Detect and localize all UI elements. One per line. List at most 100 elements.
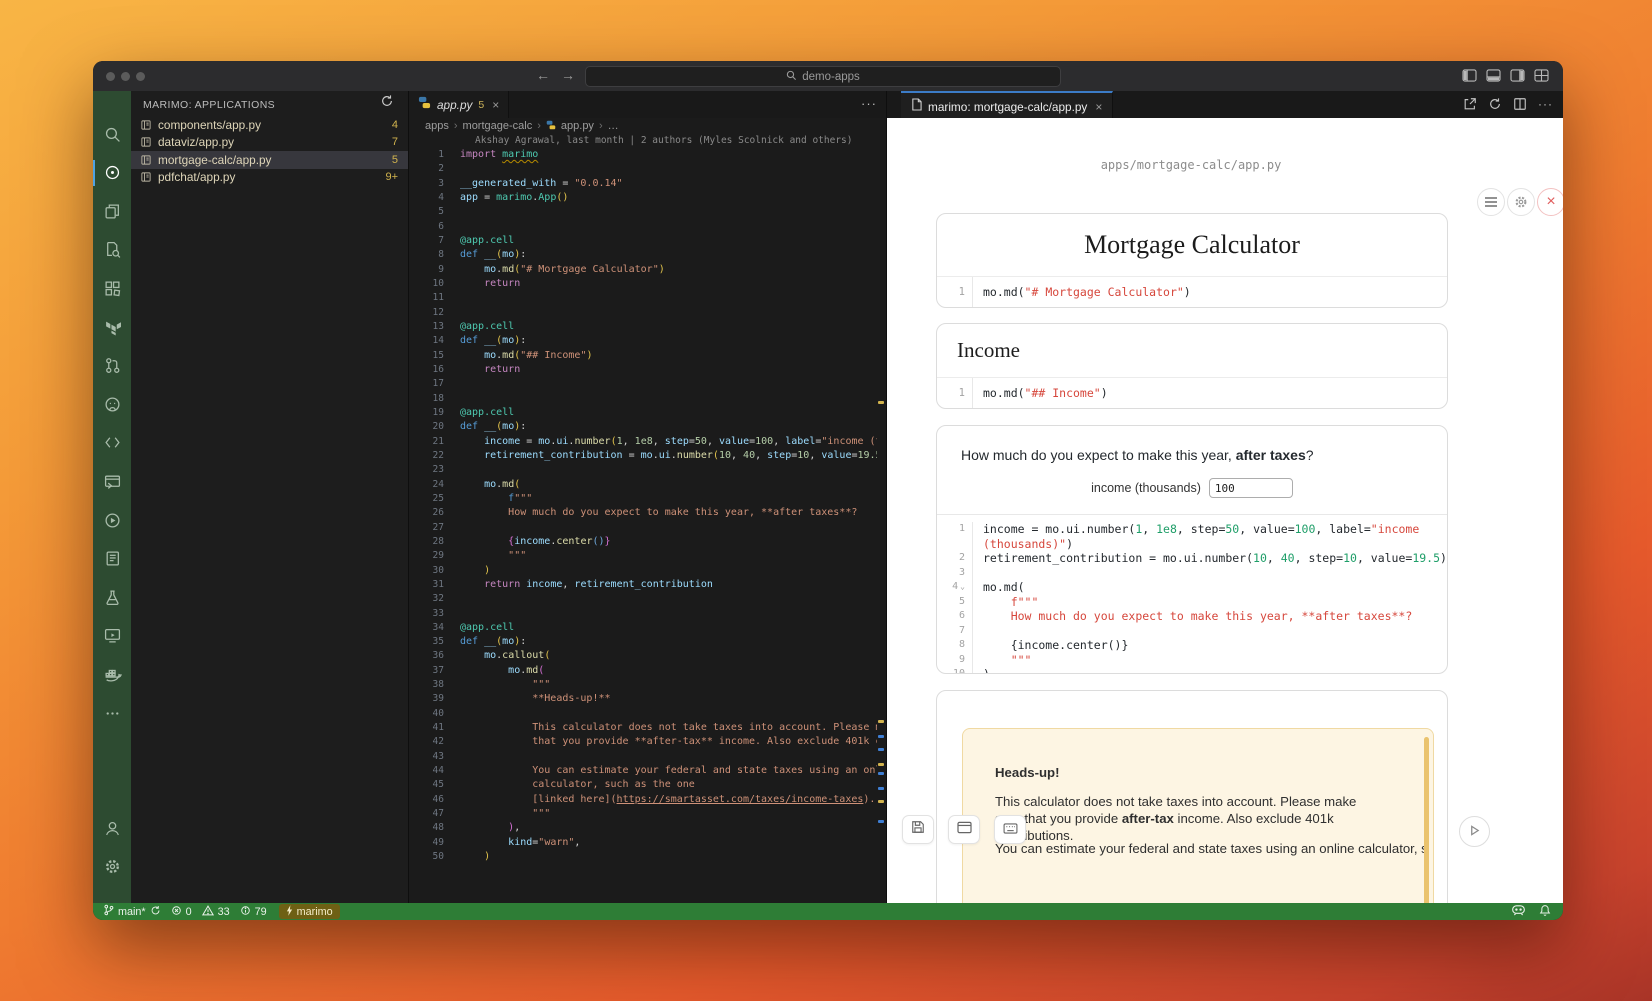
settings-gear-button[interactable] — [1507, 188, 1535, 216]
code-line[interactable]: 18 — [409, 392, 877, 406]
code-line[interactable]: 5 — [409, 205, 877, 219]
copilot-icon[interactable] — [1511, 904, 1526, 919]
code-line[interactable]: 38 """ — [409, 678, 877, 692]
cell-code-line[interactable]: 2retirement_contribution = mo.ui.number(… — [937, 551, 1447, 566]
code-line[interactable]: 27 — [409, 521, 877, 535]
code-line[interactable]: 49 kind="warn", — [409, 836, 877, 850]
close-window-button[interactable] — [106, 72, 115, 81]
code-line[interactable]: 24 mo.md( — [409, 478, 877, 492]
bell-icon[interactable] — [1539, 904, 1551, 920]
split-editor-icon[interactable] — [1513, 97, 1527, 116]
code-line[interactable]: 11 — [409, 291, 877, 305]
code-line[interactable]: 19@app.cell — [409, 406, 877, 420]
code-line[interactable]: 7@app.cell — [409, 234, 877, 248]
code-line[interactable]: 34@app.cell — [409, 621, 877, 635]
tab-app-py[interactable]: app.py 5 × — [409, 91, 509, 118]
code-line[interactable]: 30 ) — [409, 564, 877, 578]
zoom-window-button[interactable] — [136, 72, 145, 81]
pull-request-icon[interactable] — [93, 351, 131, 381]
code-line[interactable]: 20def __(mo): — [409, 420, 877, 434]
code-brackets-icon[interactable] — [93, 428, 131, 458]
cell-code-line[interactable]: 1income = mo.ui.number(1, 1e8, step=50, … — [937, 522, 1447, 537]
run-and-debug-icon[interactable] — [93, 505, 131, 535]
code-line[interactable]: 36 mo.callout( — [409, 649, 877, 663]
notebook-icon[interactable] — [93, 544, 131, 574]
remote-window-icon[interactable] — [93, 466, 131, 496]
testing-icon[interactable] — [93, 582, 131, 612]
code-line[interactable]: 47 """ — [409, 807, 877, 821]
search-icon[interactable] — [93, 119, 131, 149]
code-line[interactable]: 50 ) — [409, 850, 877, 864]
code-line[interactable]: 15 mo.md("## Income") — [409, 349, 877, 363]
cell-code-line[interactable]: 8 {income.center()} — [937, 638, 1447, 653]
history-back-button[interactable]: ← — [534, 67, 552, 83]
code-line[interactable]: 43 — [409, 750, 877, 764]
code-editor[interactable]: 1import marimo23__generated_with = "0.0.… — [409, 148, 877, 903]
code-line[interactable]: 25 f""" — [409, 492, 877, 506]
codelens-authors[interactable]: Akshay Agrawal, last month | 2 authors (… — [475, 135, 853, 146]
code-line[interactable]: 40 — [409, 707, 877, 721]
toggle-secondary-sidebar-icon[interactable] — [1510, 69, 1525, 82]
code-line[interactable]: 13@app.cell — [409, 320, 877, 334]
cell-code[interactable]: mo.md("# Mortgage Calculator") — [973, 285, 1191, 299]
breadcrumb-file[interactable]: app.py — [561, 120, 594, 132]
cell-code-line[interactable]: 3 — [937, 566, 1447, 581]
code-line[interactable]: 48 ), — [409, 821, 877, 835]
code-line[interactable]: 14def __(mo): — [409, 334, 877, 348]
minimize-window-button[interactable] — [121, 72, 130, 81]
code-line[interactable]: 46 [linked here](https://smartasset.com/… — [409, 793, 877, 807]
breadcrumb[interactable]: apps › mortgage-calc › app.py › … — [409, 118, 887, 134]
code-line[interactable]: 4app = marimo.App() — [409, 191, 877, 205]
cell-code-line[interactable]: 9 """ — [937, 653, 1447, 668]
cell-code-line[interactable]: 4⌄mo.md( — [937, 580, 1447, 595]
branch-status-item[interactable]: main* — [103, 904, 161, 919]
sidebar-item-components[interactable]: components/app.py4 — [131, 116, 408, 134]
extensions-icon[interactable] — [93, 273, 131, 303]
code-line[interactable]: 3__generated_with = "0.0.14" — [409, 177, 877, 191]
more-actions-icon[interactable]: ··· — [1538, 97, 1553, 116]
code-line[interactable]: 12 — [409, 306, 877, 320]
code-line[interactable]: 21 income = mo.ui.number(1, 1e8, step=50… — [409, 435, 877, 449]
cell-code-line[interactable]: 7 — [937, 624, 1447, 639]
marimo-apps-icon[interactable] — [93, 158, 131, 188]
accounts-icon[interactable] — [93, 813, 131, 843]
refresh-icon[interactable] — [1488, 97, 1502, 116]
run-app-button[interactable] — [1459, 816, 1490, 847]
code-line[interactable]: 2 — [409, 162, 877, 176]
file-search-icon[interactable] — [93, 235, 131, 265]
additional-views-icon[interactable] — [93, 698, 131, 728]
keyboard-shortcuts-button[interactable] — [994, 815, 1026, 844]
code-line[interactable]: 33 — [409, 607, 877, 621]
cell-code-line[interactable]: (thousands)") — [937, 537, 1447, 552]
open-external-icon[interactable] — [1463, 97, 1477, 116]
code-line[interactable]: 26 How much do you expect to make this y… — [409, 506, 877, 520]
sidebar-item-dataviz[interactable]: dataviz/app.py7 — [131, 134, 408, 152]
tab-close-icon[interactable]: × — [492, 98, 499, 112]
code-line[interactable]: 29 """ — [409, 549, 877, 563]
code-line[interactable]: 22 retirement_contribution = mo.ui.numbe… — [409, 449, 877, 463]
settings-icon[interactable] — [93, 852, 131, 882]
code-line[interactable]: 45 calculator, such as the one — [409, 778, 877, 792]
code-line[interactable]: 37 mo.md( — [409, 664, 877, 678]
code-line[interactable]: 1import marimo — [409, 148, 877, 162]
cell-code[interactable]: mo.md("## Income") — [973, 386, 1108, 400]
open-window-button[interactable] — [948, 815, 980, 844]
code-line[interactable]: 10 return — [409, 277, 877, 291]
screencast-icon[interactable] — [93, 621, 131, 651]
code-line[interactable]: 42 that you provide **after-tax** income… — [409, 735, 877, 749]
explorer-copy-icon[interactable] — [93, 196, 131, 226]
problems-status-item[interactable]: 0 33 79 — [171, 905, 267, 919]
history-forward-button[interactable]: → — [559, 67, 577, 83]
tab-overflow-icon[interactable]: ··· — [861, 96, 877, 111]
code-line[interactable]: 35def __(mo): — [409, 635, 877, 649]
shutdown-close-button[interactable]: × — [1537, 188, 1563, 216]
cell-code-line[interactable]: 6 How much do you expect to make this ye… — [937, 609, 1447, 624]
marimo-status-chip[interactable]: marimo — [279, 904, 340, 919]
breadcrumb-apps[interactable]: apps — [425, 120, 449, 132]
sidebar-item-mortgage-calc[interactable]: mortgage-calc/app.py5 — [131, 151, 408, 169]
code-line[interactable]: 32 — [409, 592, 877, 606]
cell-code-block[interactable]: 1income = mo.ui.number(1, 1e8, step=50, … — [937, 514, 1447, 673]
terraform-icon[interactable] — [93, 312, 131, 342]
code-line[interactable]: 28 {income.center()} — [409, 535, 877, 549]
breadcrumb-folder[interactable]: mortgage-calc — [463, 120, 533, 132]
